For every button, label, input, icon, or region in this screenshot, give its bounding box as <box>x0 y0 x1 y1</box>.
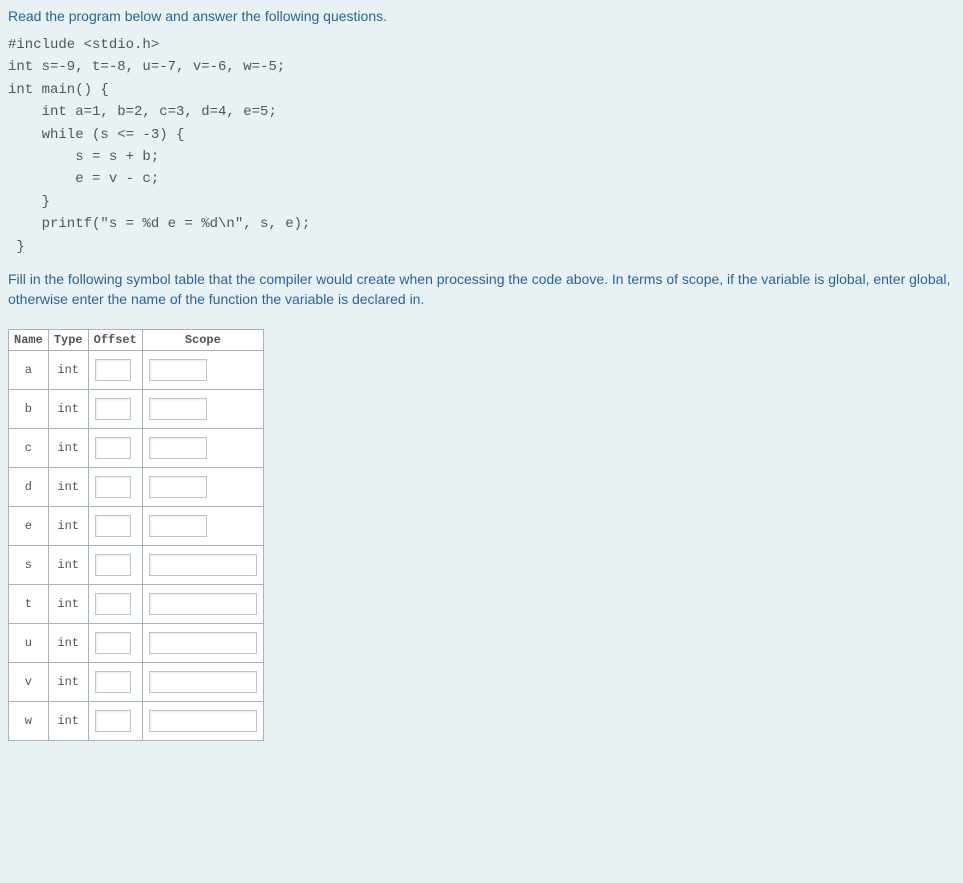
table-row: bint <box>9 390 264 429</box>
table-row: uint <box>9 624 264 663</box>
offset-cell <box>88 390 142 429</box>
offset-input[interactable] <box>95 671 131 693</box>
offset-cell <box>88 585 142 624</box>
offset-input[interactable] <box>95 437 131 459</box>
name-cell: w <box>9 702 49 741</box>
scope-cell <box>142 351 263 390</box>
table-row: cint <box>9 429 264 468</box>
scope-input[interactable] <box>149 476 207 498</box>
type-cell: int <box>48 429 88 468</box>
offset-input[interactable] <box>95 476 131 498</box>
name-cell: e <box>9 507 49 546</box>
type-cell: int <box>48 351 88 390</box>
offset-cell <box>88 507 142 546</box>
name-cell: u <box>9 624 49 663</box>
offset-input[interactable] <box>95 632 131 654</box>
scope-input[interactable] <box>149 632 257 654</box>
table-row: tint <box>9 585 264 624</box>
table-row: wint <box>9 702 264 741</box>
name-cell: t <box>9 585 49 624</box>
offset-input[interactable] <box>95 593 131 615</box>
code-block: #include <stdio.h> int s=-9, t=-8, u=-7,… <box>8 34 955 258</box>
scope-input[interactable] <box>149 593 257 615</box>
offset-cell <box>88 663 142 702</box>
type-cell: int <box>48 663 88 702</box>
offset-input[interactable] <box>95 710 131 732</box>
intro-text: Read the program below and answer the fo… <box>8 8 955 24</box>
offset-cell <box>88 429 142 468</box>
table-row: vint <box>9 663 264 702</box>
instructions-text: Fill in the following symbol table that … <box>8 270 955 309</box>
scope-input[interactable] <box>149 554 257 576</box>
header-scope: Scope <box>142 330 263 351</box>
offset-cell <box>88 624 142 663</box>
offset-cell <box>88 702 142 741</box>
table-header-row: Name Type Offset Scope <box>9 330 264 351</box>
scope-cell <box>142 390 263 429</box>
scope-cell <box>142 468 263 507</box>
header-offset: Offset <box>88 330 142 351</box>
type-cell: int <box>48 585 88 624</box>
header-type: Type <box>48 330 88 351</box>
scope-cell <box>142 585 263 624</box>
table-row: aint <box>9 351 264 390</box>
type-cell: int <box>48 702 88 741</box>
scope-input[interactable] <box>149 515 207 537</box>
offset-cell <box>88 546 142 585</box>
offset-input[interactable] <box>95 515 131 537</box>
scope-input[interactable] <box>149 359 207 381</box>
name-cell: s <box>9 546 49 585</box>
offset-input[interactable] <box>95 554 131 576</box>
type-cell: int <box>48 390 88 429</box>
type-cell: int <box>48 468 88 507</box>
name-cell: a <box>9 351 49 390</box>
scope-cell <box>142 663 263 702</box>
table-row: eint <box>9 507 264 546</box>
type-cell: int <box>48 546 88 585</box>
name-cell: v <box>9 663 49 702</box>
offset-input[interactable] <box>95 398 131 420</box>
offset-input[interactable] <box>95 359 131 381</box>
scope-input[interactable] <box>149 398 207 420</box>
scope-cell <box>142 624 263 663</box>
scope-cell <box>142 546 263 585</box>
scope-input[interactable] <box>149 671 257 693</box>
name-cell: d <box>9 468 49 507</box>
type-cell: int <box>48 507 88 546</box>
scope-input[interactable] <box>149 437 207 459</box>
header-name: Name <box>9 330 49 351</box>
table-row: dint <box>9 468 264 507</box>
type-cell: int <box>48 624 88 663</box>
scope-cell <box>142 702 263 741</box>
name-cell: b <box>9 390 49 429</box>
table-row: sint <box>9 546 264 585</box>
scope-cell <box>142 429 263 468</box>
offset-cell <box>88 468 142 507</box>
symbol-table: Name Type Offset Scope aintbintcintdinte… <box>8 329 264 741</box>
name-cell: c <box>9 429 49 468</box>
offset-cell <box>88 351 142 390</box>
scope-input[interactable] <box>149 710 257 732</box>
scope-cell <box>142 507 263 546</box>
